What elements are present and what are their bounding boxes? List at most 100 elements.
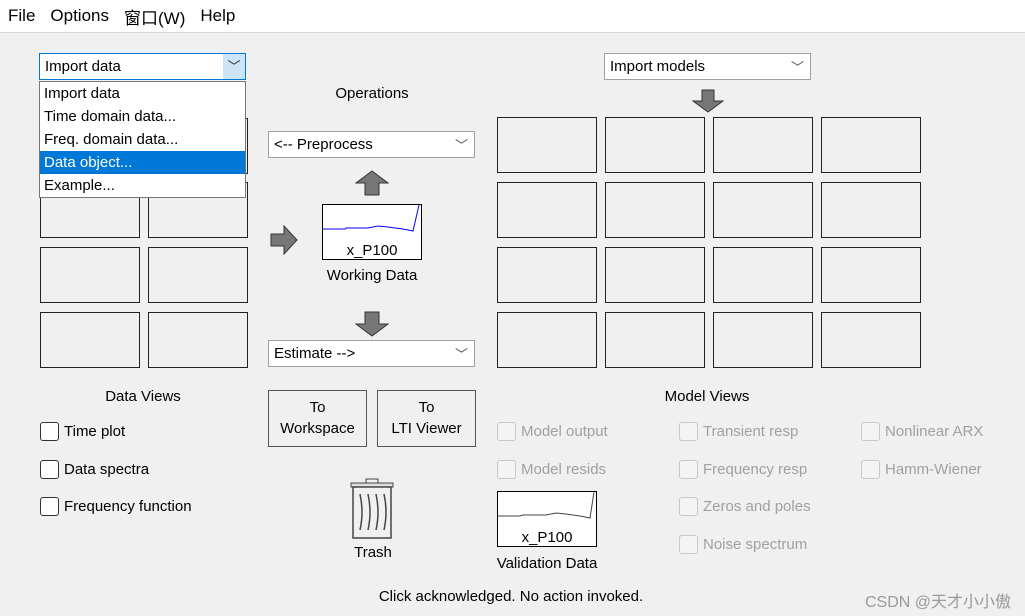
data-slot[interactable] bbox=[148, 312, 248, 368]
btn-line: LTI Viewer bbox=[391, 420, 462, 437]
chevron-down-icon: ﹀ bbox=[454, 138, 468, 153]
trash-icon[interactable] bbox=[350, 478, 394, 540]
checkbox-box[interactable] bbox=[679, 460, 698, 479]
data-spectra-checkbox[interactable]: Data spectra bbox=[40, 460, 149, 479]
validation-data-icon[interactable]: x_P100 bbox=[497, 491, 597, 547]
model-slot[interactable] bbox=[497, 182, 597, 238]
cb-label: Frequency function bbox=[64, 498, 192, 515]
checkbox-box[interactable] bbox=[40, 497, 59, 516]
cb-label: Time plot bbox=[64, 423, 126, 440]
to-lti-viewer-button[interactable]: To LTI Viewer bbox=[377, 390, 476, 447]
hamm-wiener-checkbox[interactable]: Hamm-Wiener bbox=[861, 460, 982, 479]
btn-line: To bbox=[309, 399, 326, 416]
model-resids-checkbox[interactable]: Model resids bbox=[497, 460, 606, 479]
validation-data-label: Validation Data bbox=[496, 555, 598, 572]
checkbox-box[interactable] bbox=[40, 422, 59, 441]
model-slot[interactable] bbox=[713, 182, 813, 238]
model-slot[interactable] bbox=[821, 247, 921, 303]
cb-label: Frequency resp bbox=[703, 461, 808, 478]
working-data-name: x_P100 bbox=[346, 242, 398, 259]
checkbox-box[interactable] bbox=[40, 460, 59, 479]
model-slot[interactable] bbox=[713, 117, 813, 173]
arrow-up-icon bbox=[355, 170, 389, 196]
working-data-icon[interactable]: x_P100 bbox=[322, 204, 422, 260]
option-data-object[interactable]: Data object... bbox=[40, 151, 245, 174]
model-slot[interactable] bbox=[821, 182, 921, 238]
menu-help[interactable]: Help bbox=[200, 6, 235, 26]
model-views-title: Model Views bbox=[664, 388, 750, 405]
chevron-down-icon: ﹀ bbox=[790, 60, 804, 75]
model-slot[interactable] bbox=[497, 312, 597, 368]
checkbox-box[interactable] bbox=[497, 460, 516, 479]
model-slot[interactable] bbox=[821, 117, 921, 173]
data-slot[interactable] bbox=[40, 247, 140, 303]
zeros-poles-checkbox[interactable]: Zeros and poles bbox=[679, 497, 811, 516]
import-data-options: Import data Time domain data... Freq. do… bbox=[39, 81, 246, 198]
transient-resp-checkbox[interactable]: Transient resp bbox=[679, 422, 798, 441]
cb-label: Hamm-Wiener bbox=[885, 461, 982, 478]
option-import-data[interactable]: Import data bbox=[40, 82, 245, 105]
status-text: Click acknowledged. No action invoked. bbox=[378, 588, 644, 605]
arrow-right-icon bbox=[270, 225, 298, 255]
option-time-domain[interactable]: Time domain data... bbox=[40, 105, 245, 128]
btn-line: To bbox=[418, 399, 435, 416]
arrow-down-icon bbox=[692, 89, 724, 113]
estimate-dropdown[interactable]: Estimate --> ﹀ bbox=[268, 340, 475, 367]
import-models-value: Import models bbox=[610, 58, 706, 75]
validation-data-name: x_P100 bbox=[521, 529, 573, 546]
model-slot[interactable] bbox=[821, 312, 921, 368]
model-slot[interactable] bbox=[713, 247, 813, 303]
arrow-down-icon bbox=[355, 311, 389, 337]
btn-line: Workspace bbox=[280, 420, 355, 437]
data-slot[interactable] bbox=[40, 312, 140, 368]
estimate-value: Estimate --> bbox=[274, 345, 356, 362]
nonlinear-arx-checkbox[interactable]: Nonlinear ARX bbox=[861, 422, 983, 441]
checkbox-box[interactable] bbox=[679, 535, 698, 554]
model-slot[interactable] bbox=[497, 247, 597, 303]
cb-label: Data spectra bbox=[64, 461, 150, 478]
model-output-checkbox[interactable]: Model output bbox=[497, 422, 608, 441]
cb-label: Noise spectrum bbox=[703, 536, 808, 553]
model-slot[interactable] bbox=[605, 182, 705, 238]
cb-label: Nonlinear ARX bbox=[885, 423, 984, 440]
trash-label: Trash bbox=[354, 544, 392, 561]
chevron-down-icon[interactable]: ﹀ bbox=[223, 54, 245, 79]
menu-window[interactable]: 窗口(W) bbox=[124, 4, 185, 29]
noise-spectrum-checkbox[interactable]: Noise spectrum bbox=[679, 535, 807, 554]
time-plot-checkbox[interactable]: Time plot bbox=[40, 422, 125, 441]
preprocess-dropdown[interactable]: <-- Preprocess ﹀ bbox=[268, 131, 475, 158]
model-slot[interactable] bbox=[605, 312, 705, 368]
operations-title: Operations bbox=[335, 85, 409, 102]
cb-label: Model resids bbox=[521, 461, 607, 478]
to-workspace-button[interactable]: To Workspace bbox=[268, 390, 367, 447]
checkbox-box[interactable] bbox=[497, 422, 516, 441]
checkbox-box[interactable] bbox=[679, 422, 698, 441]
cb-label: Zeros and poles bbox=[703, 498, 811, 515]
working-data-plot bbox=[323, 205, 420, 232]
option-example[interactable]: Example... bbox=[40, 174, 245, 197]
menu-bar: File Options 窗口(W) Help bbox=[0, 0, 1025, 33]
model-slot[interactable] bbox=[605, 247, 705, 303]
cb-label: Model output bbox=[521, 423, 608, 440]
model-slot[interactable] bbox=[605, 117, 705, 173]
data-views-title: Data Views bbox=[105, 388, 181, 405]
preprocess-value: <-- Preprocess bbox=[274, 136, 373, 153]
watermark: CSDN @天才小小傲 bbox=[864, 594, 1011, 611]
cb-label: Transient resp bbox=[703, 423, 799, 440]
menu-options[interactable]: Options bbox=[50, 6, 109, 26]
frequency-function-checkbox[interactable]: Frequency function bbox=[40, 497, 192, 516]
chevron-down-icon: ﹀ bbox=[454, 347, 468, 362]
import-data-value: Import data bbox=[45, 58, 121, 75]
menu-file[interactable]: File bbox=[8, 6, 35, 26]
frequency-resp-checkbox[interactable]: Frequency resp bbox=[679, 460, 807, 479]
checkbox-box[interactable] bbox=[861, 460, 880, 479]
checkbox-box[interactable] bbox=[861, 422, 880, 441]
data-slot[interactable] bbox=[148, 247, 248, 303]
import-models-dropdown[interactable]: Import models ﹀ bbox=[604, 53, 811, 80]
validation-data-plot bbox=[498, 492, 595, 519]
model-slot[interactable] bbox=[713, 312, 813, 368]
model-slot[interactable] bbox=[497, 117, 597, 173]
checkbox-box[interactable] bbox=[679, 497, 698, 516]
import-data-dropdown[interactable]: Import data ﹀ bbox=[39, 53, 246, 80]
option-freq-domain[interactable]: Freq. domain data... bbox=[40, 128, 245, 151]
